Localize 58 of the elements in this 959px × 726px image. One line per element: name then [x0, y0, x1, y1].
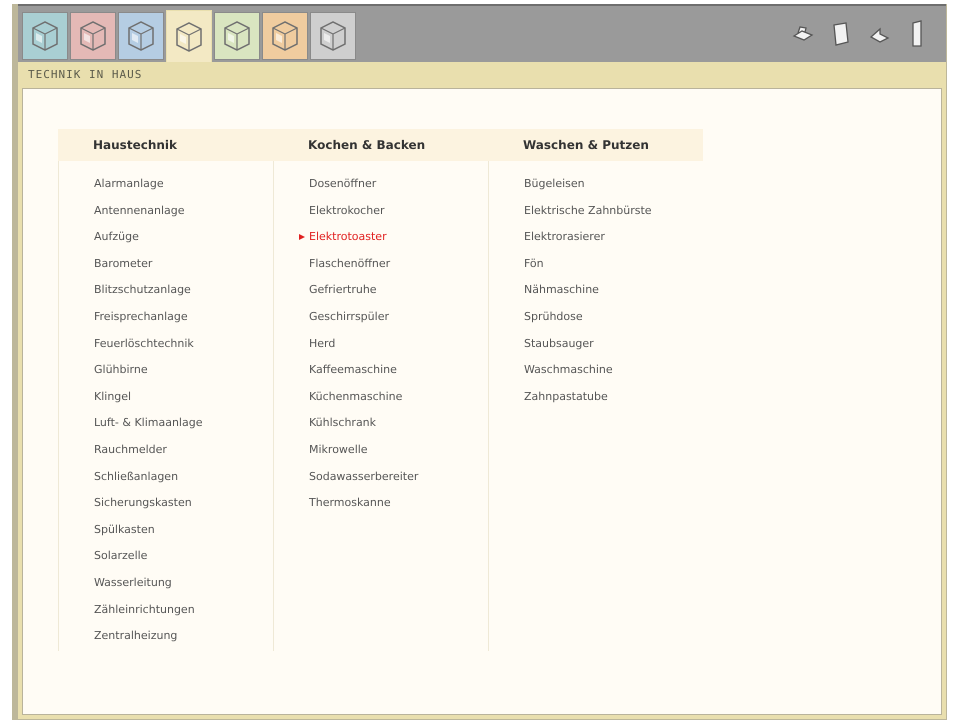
- item-link[interactable]: Elektrokocher: [309, 202, 384, 220]
- item-link[interactable]: Herd: [309, 336, 336, 352]
- box-icon: [126, 19, 156, 53]
- item-link[interactable]: Fön: [524, 256, 544, 272]
- item-link[interactable]: Sicherungskasten: [94, 495, 192, 512]
- item-link[interactable]: Blitzschutzanlage: [94, 282, 191, 299]
- item-link[interactable]: Kühlschrank: [309, 415, 376, 432]
- item-link[interactable]: Nähmaschine: [524, 282, 599, 299]
- item-link[interactable]: Luft- & Klimaanlage: [94, 415, 202, 432]
- item-link[interactable]: Staubsauger: [524, 336, 594, 352]
- item-link[interactable]: Dosenöffner: [309, 176, 376, 193]
- item-link[interactable]: Feuerlöschtechnik: [94, 336, 194, 352]
- item-link[interactable]: Küchenmaschine: [309, 388, 402, 406]
- item-link[interactable]: Elektrorasierer: [524, 229, 605, 246]
- item-link[interactable]: Alarmanlage: [94, 176, 164, 193]
- item-link[interactable]: Solarzelle: [94, 548, 148, 565]
- item-link[interactable]: Waschmaschine: [524, 362, 613, 379]
- item-link[interactable]: Sodawasserbereiter: [309, 468, 418, 486]
- item-link[interactable]: Freisprechanlage: [94, 309, 188, 326]
- box-icon: [270, 19, 300, 53]
- category-tab[interactable]: [118, 12, 164, 60]
- item-link[interactable]: Glühbirne: [94, 362, 148, 379]
- item-link[interactable]: Kaffeemaschine: [309, 362, 397, 379]
- category-tab[interactable]: [214, 12, 260, 60]
- item-link[interactable]: Mikrowelle: [309, 442, 368, 458]
- box-icon: [174, 20, 204, 54]
- item-link[interactable]: Gefriertruhe: [309, 282, 377, 299]
- category-tab[interactable]: [70, 12, 116, 60]
- category-tab[interactable]: [22, 12, 68, 60]
- box-icon: [318, 19, 348, 53]
- item-link[interactable]: Rauchmelder: [94, 442, 167, 458]
- item-link[interactable]: Spülkasten: [94, 522, 155, 538]
- item-link[interactable]: Aufzüge: [94, 229, 139, 246]
- box-icon: [222, 19, 252, 53]
- item-link[interactable]: Elektrotoaster: [309, 229, 387, 246]
- item-link[interactable]: Klingel: [94, 388, 132, 406]
- item-link[interactable]: Zähleinrichtungen: [94, 602, 195, 618]
- item-link[interactable]: Thermoskanne: [309, 495, 391, 512]
- box-icon: [30, 19, 60, 53]
- item-link[interactable]: Sprühdose: [524, 309, 583, 326]
- item-link[interactable]: Geschirrspüler: [309, 309, 389, 326]
- section-title: TECHNIK IN HAUS: [27, 66, 144, 83]
- item-link[interactable]: Elektrische Zahnbürste: [524, 202, 652, 220]
- item-link[interactable]: Flaschenöffner: [309, 256, 390, 272]
- column-heading: Waschen & Putzen: [488, 129, 703, 161]
- item-link[interactable]: Bügeleisen: [524, 176, 585, 193]
- item-link[interactable]: Zahnpastatube: [524, 388, 608, 406]
- category-tab[interactable]: [310, 12, 356, 60]
- category-tab[interactable]: [262, 12, 308, 60]
- column-heading: Haustechnik: [58, 129, 273, 161]
- item-link[interactable]: Zentralheizung: [94, 628, 178, 645]
- item-link[interactable]: Barometer: [94, 256, 152, 272]
- column-heading: Kochen & Backen: [273, 129, 488, 161]
- pointer-icon: [299, 234, 305, 240]
- item-link[interactable]: Antennenanlage: [94, 202, 185, 220]
- item-link[interactable]: Wasserleitung: [94, 574, 172, 592]
- item-link[interactable]: Schließanlagen: [94, 468, 178, 486]
- box-icon: [78, 19, 108, 53]
